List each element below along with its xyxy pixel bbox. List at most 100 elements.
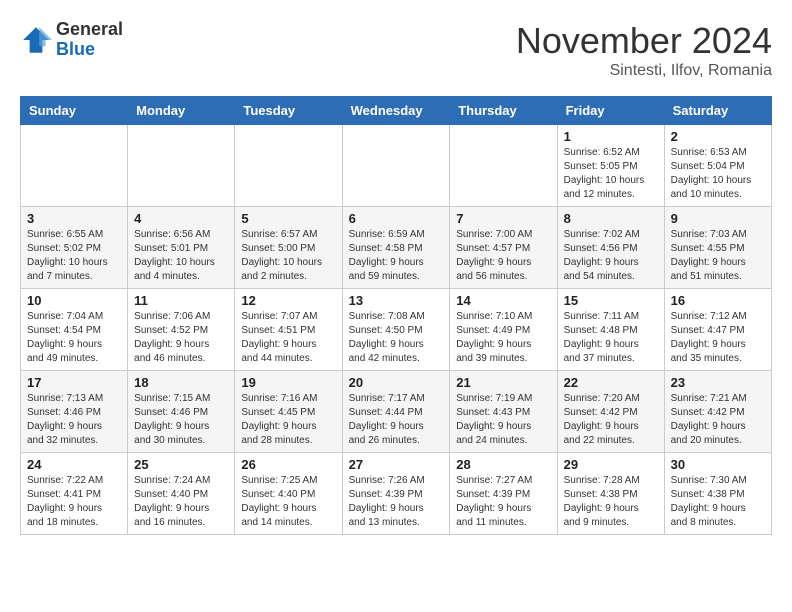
day-cell-w5-d4: 27 Sunrise: 7:26 AM Sunset: 4:39 PM Dayli… (342, 453, 450, 535)
day-info: Sunrise: 7:26 AM Sunset: 4:39 PM Dayligh… (349, 474, 444, 530)
col-sunday: Sunday (21, 97, 128, 125)
day-cell-w1-d5 (450, 125, 557, 207)
day-number: 2 (671, 129, 765, 144)
calendar-header-row: Sunday Monday Tuesday Wednesday Thursday… (21, 97, 772, 125)
day-number: 22 (564, 375, 658, 390)
day-info: Sunrise: 7:13 AM Sunset: 4:46 PM Dayligh… (27, 392, 121, 448)
day-info: Sunrise: 7:19 AM Sunset: 4:43 PM Dayligh… (456, 392, 550, 448)
logo: General Blue (20, 20, 123, 60)
day-number: 26 (241, 457, 335, 472)
week-row-3: 10 Sunrise: 7:04 AM Sunset: 4:54 PM Dayli… (21, 289, 772, 371)
day-cell-w5-d2: 25Sunrise: 7:24 AM Sunset: 4:40 PM Dayli… (128, 453, 235, 535)
day-info: Sunrise: 7:28 AM Sunset: 4:38 PM Dayligh… (564, 474, 658, 530)
day-cell-w1-d3 (235, 125, 342, 207)
day-info: Sunrise: 7:10 AM Sunset: 4:49 PM Dayligh… (456, 310, 550, 366)
day-cell-w3-d5: 14 Sunrise: 7:10 AM Sunset: 4:49 PM Dayli… (450, 289, 557, 371)
day-number: 14 (456, 293, 550, 308)
day-info: Sunrise: 7:12 AM Sunset: 4:47 PM Dayligh… (671, 310, 765, 366)
day-cell-w2-d5: 7 Sunrise: 7:00 AM Sunset: 4:57 PM Daylig… (450, 207, 557, 289)
day-cell-w2-d3: 5Sunrise: 6:57 AM Sunset: 5:00 PM Daylig… (235, 207, 342, 289)
day-info: Sunrise: 7:03 AM Sunset: 4:55 PM Dayligh… (671, 228, 765, 284)
day-number: 30 (671, 457, 765, 472)
logo-text: General Blue (56, 20, 123, 60)
logo-general: General (56, 20, 123, 40)
day-info: Sunrise: 6:53 AM Sunset: 5:04 PM Dayligh… (671, 146, 765, 202)
day-number: 16 (671, 293, 765, 308)
logo-blue: Blue (56, 40, 123, 60)
day-number: 7 (456, 211, 550, 226)
location-subtitle: Sintesti, Ilfov, Romania (516, 62, 772, 80)
month-title: November 2024 (516, 20, 772, 62)
week-row-4: 17 Sunrise: 7:13 AM Sunset: 4:46 PM Dayli… (21, 371, 772, 453)
day-info: Sunrise: 7:30 AM Sunset: 4:38 PM Dayligh… (671, 474, 765, 530)
day-cell-w3-d6: 15 Sunrise: 7:11 AM Sunset: 4:48 PM Dayli… (557, 289, 664, 371)
day-number: 1 (564, 129, 658, 144)
page-header: General Blue November 2024 Sintesti, Ilf… (20, 20, 772, 80)
day-number: 27 (349, 457, 444, 472)
day-number: 5 (241, 211, 335, 226)
day-cell-w2-d7: 9 Sunrise: 7:03 AM Sunset: 4:55 PM Daylig… (664, 207, 771, 289)
day-number: 10 (27, 293, 121, 308)
day-number: 18 (134, 375, 228, 390)
day-info: Sunrise: 7:17 AM Sunset: 4:44 PM Dayligh… (349, 392, 444, 448)
day-cell-w4-d2: 18Sunrise: 7:15 AM Sunset: 4:46 PM Dayli… (128, 371, 235, 453)
day-info: Sunrise: 7:25 AM Sunset: 4:40 PM Dayligh… (241, 474, 335, 530)
day-cell-w4-d3: 19 Sunrise: 7:16 AM Sunset: 4:45 PM Dayli… (235, 371, 342, 453)
week-row-2: 3Sunrise: 6:55 AM Sunset: 5:02 PM Daylig… (21, 207, 772, 289)
week-row-5: 24 Sunrise: 7:22 AM Sunset: 4:41 PM Dayli… (21, 453, 772, 535)
day-number: 29 (564, 457, 658, 472)
day-cell-w5-d3: 26 Sunrise: 7:25 AM Sunset: 4:40 PM Dayli… (235, 453, 342, 535)
day-cell-w1-d7: 2 Sunrise: 6:53 AM Sunset: 5:04 PM Daylig… (664, 125, 771, 207)
col-tuesday: Tuesday (235, 97, 342, 125)
day-info: Sunrise: 7:27 AM Sunset: 4:39 PM Dayligh… (456, 474, 550, 530)
day-number: 3 (27, 211, 121, 226)
day-info: Sunrise: 7:21 AM Sunset: 4:42 PM Dayligh… (671, 392, 765, 448)
day-cell-w3-d3: 12Sunrise: 7:07 AM Sunset: 4:51 PM Dayli… (235, 289, 342, 371)
day-number: 15 (564, 293, 658, 308)
day-cell-w2-d6: 8 Sunrise: 7:02 AM Sunset: 4:56 PM Daylig… (557, 207, 664, 289)
day-info: Sunrise: 6:56 AM Sunset: 5:01 PM Dayligh… (134, 228, 228, 284)
day-cell-w2-d4: 6Sunrise: 6:59 AM Sunset: 4:58 PM Daylig… (342, 207, 450, 289)
day-number: 28 (456, 457, 550, 472)
day-number: 8 (564, 211, 658, 226)
title-section: November 2024 Sintesti, Ilfov, Romania (516, 20, 772, 80)
day-number: 25 (134, 457, 228, 472)
day-cell-w1-d4 (342, 125, 450, 207)
day-cell-w1-d1 (21, 125, 128, 207)
col-thursday: Thursday (450, 97, 557, 125)
day-cell-w3-d7: 16 Sunrise: 7:12 AM Sunset: 4:47 PM Dayli… (664, 289, 771, 371)
day-number: 23 (671, 375, 765, 390)
day-number: 24 (27, 457, 121, 472)
day-cell-w5-d7: 30 Sunrise: 7:30 AM Sunset: 4:38 PM Dayli… (664, 453, 771, 535)
day-cell-w2-d2: 4 Sunrise: 6:56 AM Sunset: 5:01 PM Daylig… (128, 207, 235, 289)
day-cell-w4-d5: 21 Sunrise: 7:19 AM Sunset: 4:43 PM Dayli… (450, 371, 557, 453)
day-cell-w2-d1: 3Sunrise: 6:55 AM Sunset: 5:02 PM Daylig… (21, 207, 128, 289)
day-info: Sunrise: 7:16 AM Sunset: 4:45 PM Dayligh… (241, 392, 335, 448)
day-cell-w4-d7: 23 Sunrise: 7:21 AM Sunset: 4:42 PM Dayli… (664, 371, 771, 453)
day-number: 19 (241, 375, 335, 390)
col-saturday: Saturday (664, 97, 771, 125)
week-row-1: 1 Sunrise: 6:52 AM Sunset: 5:05 PM Daylig… (21, 125, 772, 207)
day-cell-w3-d4: 13Sunrise: 7:08 AM Sunset: 4:50 PM Dayli… (342, 289, 450, 371)
day-info: Sunrise: 7:00 AM Sunset: 4:57 PM Dayligh… (456, 228, 550, 284)
day-cell-w5-d6: 29 Sunrise: 7:28 AM Sunset: 4:38 PM Dayli… (557, 453, 664, 535)
day-number: 21 (456, 375, 550, 390)
day-info: Sunrise: 7:04 AM Sunset: 4:54 PM Dayligh… (27, 310, 121, 366)
day-info: Sunrise: 7:08 AM Sunset: 4:50 PM Dayligh… (349, 310, 444, 366)
day-cell-w1-d6: 1 Sunrise: 6:52 AM Sunset: 5:05 PM Daylig… (557, 125, 664, 207)
day-info: Sunrise: 6:59 AM Sunset: 4:58 PM Dayligh… (349, 228, 444, 284)
day-number: 4 (134, 211, 228, 226)
calendar-table: Sunday Monday Tuesday Wednesday Thursday… (20, 96, 772, 535)
day-info: Sunrise: 7:22 AM Sunset: 4:41 PM Dayligh… (27, 474, 121, 530)
day-number: 12 (241, 293, 335, 308)
day-info: Sunrise: 6:52 AM Sunset: 5:05 PM Dayligh… (564, 146, 658, 202)
day-number: 9 (671, 211, 765, 226)
day-number: 17 (27, 375, 121, 390)
day-cell-w5-d1: 24 Sunrise: 7:22 AM Sunset: 4:41 PM Dayli… (21, 453, 128, 535)
day-number: 11 (134, 293, 228, 308)
col-monday: Monday (128, 97, 235, 125)
day-info: Sunrise: 7:11 AM Sunset: 4:48 PM Dayligh… (564, 310, 658, 366)
day-info: Sunrise: 7:02 AM Sunset: 4:56 PM Dayligh… (564, 228, 658, 284)
col-wednesday: Wednesday (342, 97, 450, 125)
logo-icon (20, 24, 52, 56)
